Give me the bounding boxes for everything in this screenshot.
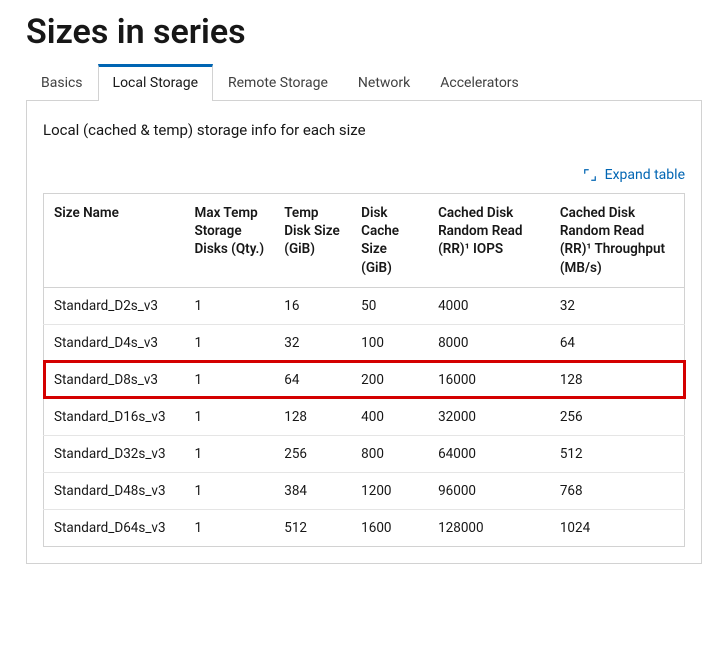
cell-tput: 1024 (550, 509, 685, 546)
expand-table-button[interactable]: Expand table (583, 167, 685, 183)
cell-iops: 16000 (428, 361, 550, 398)
cell-temp: 128 (274, 398, 351, 435)
cell-qty: 1 (185, 324, 275, 361)
expand-table-label: Expand table (605, 167, 685, 183)
cell-tput: 128 (550, 361, 685, 398)
cell-qty: 1 (185, 435, 275, 472)
table-row: Standard_D32s_v3125680064000512 (44, 435, 685, 472)
table-row: Standard_D2s_v311650400032 (44, 287, 685, 324)
cell-name: Standard_D16s_v3 (44, 398, 185, 435)
column-header: Cached Disk Random Read (RR)¹ IOPS (428, 194, 550, 288)
cell-tput: 512 (550, 435, 685, 472)
cell-name: Standard_D2s_v3 (44, 287, 185, 324)
cell-temp: 256 (274, 435, 351, 472)
cell-qty: 1 (185, 509, 275, 546)
tabs-bar: BasicsLocal StorageRemote StorageNetwork… (26, 64, 702, 101)
cell-name: Standard_D32s_v3 (44, 435, 185, 472)
cell-iops: 32000 (428, 398, 550, 435)
column-header: Temp Disk Size (GiB) (274, 194, 351, 288)
cell-temp: 32 (274, 324, 351, 361)
table-row: Standard_D4s_v3132100800064 (44, 324, 685, 361)
page-title: Sizes in series (26, 12, 702, 52)
cell-iops: 128000 (428, 509, 550, 546)
cell-temp: 512 (274, 509, 351, 546)
cell-tput: 32 (550, 287, 685, 324)
cell-cache: 1600 (351, 509, 428, 546)
cell-qty: 1 (185, 361, 275, 398)
cell-iops: 8000 (428, 324, 550, 361)
cell-temp: 16 (274, 287, 351, 324)
table-row: Standard_D16s_v3112840032000256 (44, 398, 685, 435)
expand-icon (583, 168, 597, 182)
column-header: Disk Cache Size (GiB) (351, 194, 428, 288)
tab-network[interactable]: Network (343, 64, 425, 101)
table-row: Standard_D64s_v3151216001280001024 (44, 509, 685, 546)
column-header: Size Name (44, 194, 185, 288)
cell-name: Standard_D64s_v3 (44, 509, 185, 546)
tab-basics[interactable]: Basics (26, 64, 98, 101)
cell-tput: 768 (550, 472, 685, 509)
table-row: Standard_D8s_v316420016000128 (44, 361, 685, 398)
cell-tput: 64 (550, 324, 685, 361)
table-row: Standard_D48s_v31384120096000768 (44, 472, 685, 509)
sizes-table: Size NameMax Temp Storage Disks (Qty.)Te… (43, 193, 685, 547)
cell-iops: 4000 (428, 287, 550, 324)
tab-local-storage[interactable]: Local Storage (98, 64, 213, 101)
column-header: Max Temp Storage Disks (Qty.) (185, 194, 275, 288)
cell-cache: 1200 (351, 472, 428, 509)
cell-iops: 64000 (428, 435, 550, 472)
cell-name: Standard_D4s_v3 (44, 324, 185, 361)
column-header: Cached Disk Random Read (RR)¹ Throughput… (550, 194, 685, 288)
tab-remote-storage[interactable]: Remote Storage (213, 64, 343, 101)
cell-cache: 100 (351, 324, 428, 361)
cell-qty: 1 (185, 472, 275, 509)
cell-name: Standard_D48s_v3 (44, 472, 185, 509)
cell-cache: 800 (351, 435, 428, 472)
cell-cache: 400 (351, 398, 428, 435)
tab-accelerators[interactable]: Accelerators (425, 64, 534, 101)
cell-cache: 50 (351, 287, 428, 324)
panel-description: Local (cached & temp) storage info for e… (43, 121, 685, 139)
cell-iops: 96000 (428, 472, 550, 509)
cell-name: Standard_D8s_v3 (44, 361, 185, 398)
cell-tput: 256 (550, 398, 685, 435)
cell-temp: 64 (274, 361, 351, 398)
cell-cache: 200 (351, 361, 428, 398)
cell-temp: 384 (274, 472, 351, 509)
cell-qty: 1 (185, 287, 275, 324)
cell-qty: 1 (185, 398, 275, 435)
tab-panel-local-storage: Local (cached & temp) storage info for e… (26, 101, 702, 564)
